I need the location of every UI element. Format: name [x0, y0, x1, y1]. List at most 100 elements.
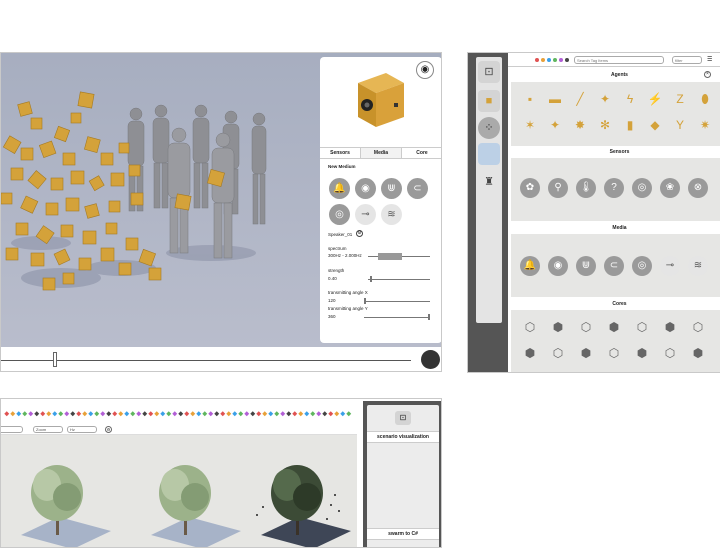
strength-knob[interactable] [370, 276, 372, 282]
agent-item[interactable]: ▬ [545, 92, 565, 106]
core-item[interactable]: ⬢ [688, 346, 708, 360]
timeline-scrubber[interactable] [53, 352, 57, 367]
palette-dot-green[interactable] [553, 58, 557, 62]
agent-item[interactable]: ✷ [695, 118, 715, 132]
color-diamond[interactable] [178, 411, 184, 417]
color-diamond[interactable] [316, 411, 322, 417]
color-diamond[interactable] [16, 411, 22, 417]
color-diamond[interactable] [304, 411, 310, 417]
color-diamond[interactable] [4, 411, 10, 417]
core-item[interactable]: ⬡ [520, 320, 540, 334]
color-diamond[interactable] [154, 411, 160, 417]
color-diamond[interactable] [94, 411, 100, 417]
color-diamond[interactable] [208, 411, 214, 417]
agent-item[interactable]: ✸ [570, 118, 590, 132]
color-diamond[interactable] [130, 411, 136, 417]
core-item[interactable]: ⬡ [688, 320, 708, 334]
color-diamond[interactable] [124, 411, 130, 417]
core-item[interactable]: ⬡ [548, 346, 568, 360]
sensor-item[interactable]: ◎ [632, 178, 652, 198]
agent-item[interactable]: ▮ [620, 118, 640, 132]
core-item[interactable]: ⬢ [520, 346, 540, 360]
color-diamond[interactable] [214, 411, 220, 417]
color-diamond[interactable] [286, 411, 292, 417]
media-item[interactable]: ⊸ [660, 256, 680, 276]
scenario-visualization-title[interactable]: scenario visualization [367, 431, 439, 443]
media-item[interactable]: ⊂ [604, 256, 624, 276]
color-diamond[interactable] [136, 411, 142, 417]
agent-item[interactable]: ▪ [520, 92, 540, 106]
color-diamond[interactable] [256, 411, 262, 417]
color-diamond[interactable] [322, 411, 328, 417]
media-item[interactable]: ⋓ [576, 256, 596, 276]
agent-item[interactable]: ╱ [570, 92, 590, 106]
color-diamond[interactable] [202, 411, 208, 417]
agent-item[interactable]: ✦ [545, 118, 565, 132]
media-item[interactable]: ◉ [548, 256, 568, 276]
color-diamond[interactable] [166, 411, 172, 417]
color-diamond[interactable] [40, 411, 46, 417]
color-diamond[interactable] [274, 411, 280, 417]
color-diamond[interactable] [70, 411, 76, 417]
agent-item[interactable]: Y [670, 118, 690, 132]
angle-x-knob[interactable] [364, 298, 366, 304]
color-diamond[interactable] [238, 411, 244, 417]
sensor-item[interactable]: ✿ [520, 178, 540, 198]
agent-item[interactable]: Z [670, 92, 690, 106]
agent-item[interactable]: ✦ [595, 92, 615, 106]
color-diamond[interactable] [292, 411, 298, 417]
record-button[interactable] [421, 350, 440, 369]
hz-input[interactable]: Hz [67, 426, 97, 433]
color-diamond[interactable] [10, 411, 16, 417]
core-item[interactable]: ⬡ [576, 320, 596, 334]
color-diamond[interactable] [106, 411, 112, 417]
core-item[interactable]: ⬢ [660, 320, 680, 334]
spectrum-range-handle[interactable] [378, 253, 402, 260]
settings-icon[interactable]: ⚙ [105, 426, 112, 433]
timeline-track[interactable] [1, 360, 411, 361]
color-diamond[interactable] [64, 411, 70, 417]
color-diamond[interactable] [334, 411, 340, 417]
color-diamond[interactable] [280, 411, 286, 417]
palette-dot-orange[interactable] [541, 58, 545, 62]
color-diamond[interactable] [346, 411, 352, 417]
agent-item[interactable]: ◆ [645, 118, 665, 132]
color-diamond[interactable] [226, 411, 232, 417]
color-diamond[interactable] [58, 411, 64, 417]
color-diamond[interactable] [340, 411, 346, 417]
media-item[interactable]: ◎ [632, 256, 652, 276]
core-item[interactable]: ⬢ [632, 346, 652, 360]
close-section-icon[interactable]: × [704, 71, 711, 78]
radio-icon[interactable]: ◎ [329, 204, 350, 225]
device-icon[interactable]: ⊡ [478, 61, 500, 83]
swarm-icon[interactable]: ⁘ [478, 117, 500, 139]
color-diamond[interactable] [28, 411, 34, 417]
color-diamond[interactable] [298, 411, 304, 417]
color-diamond[interactable] [112, 411, 118, 417]
search-input[interactable] [574, 56, 664, 64]
color-diamond[interactable] [220, 411, 226, 417]
color-diamond[interactable] [142, 411, 148, 417]
palette-dot-red[interactable] [535, 58, 539, 62]
media-item[interactable]: 🔔 [520, 256, 540, 276]
strength-slider[interactable] [368, 279, 430, 280]
crowd-icon[interactable]: ♜ [478, 171, 500, 193]
core-item[interactable]: ⬢ [604, 320, 624, 334]
alarm-icon[interactable]: 🔔 [329, 178, 350, 199]
sensor-item[interactable]: ⊗ [688, 178, 708, 198]
color-diamond[interactable] [160, 411, 166, 417]
sensor-item[interactable]: ❀ [660, 178, 680, 198]
color-diamond[interactable] [268, 411, 274, 417]
angle-x-slider[interactable] [364, 301, 430, 302]
color-diamond[interactable] [244, 411, 250, 417]
color-diamond[interactable] [46, 411, 52, 417]
color-diamond[interactable] [262, 411, 268, 417]
cube-icon[interactable]: ■ [478, 90, 500, 112]
palette-dot-blue[interactable] [547, 58, 551, 62]
scenario-scene[interactable] [1, 435, 357, 547]
settings-icon[interactable]: ⚙ [356, 230, 363, 237]
color-diamond[interactable] [148, 411, 154, 417]
color-diamond[interactable] [190, 411, 196, 417]
sensor-item[interactable]: ⚲ [548, 178, 568, 198]
color-diamond[interactable] [100, 411, 106, 417]
